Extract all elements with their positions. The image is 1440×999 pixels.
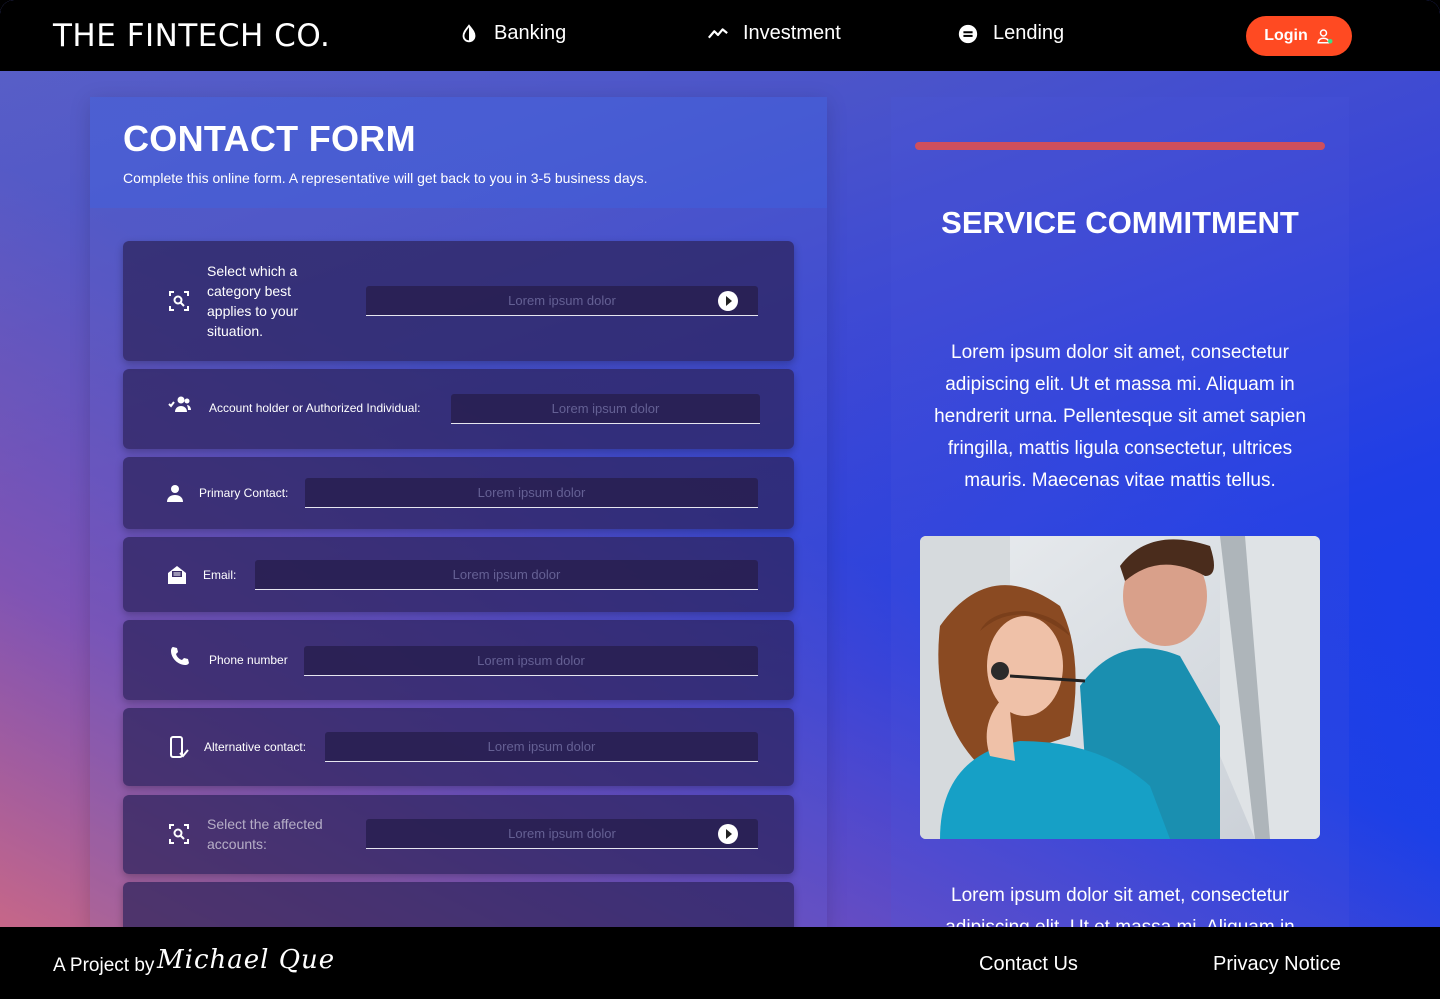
primary-contact-label: Primary Contact: — [199, 486, 289, 500]
contrast-drop-icon — [462, 23, 476, 42]
phone-placeholder: Lorem ipsum dolor — [477, 653, 585, 668]
nav-label-banking: Banking — [494, 22, 567, 44]
login-button[interactable]: Login — [1246, 16, 1352, 56]
user-add-icon — [1317, 29, 1333, 44]
affected-accounts-label: Select the affected accounts: — [207, 816, 323, 852]
footer-link-contact-us[interactable]: Contact Us — [979, 953, 1078, 976]
form-row-primary-contact: Primary Contact: Lorem ipsum dolor — [123, 457, 794, 529]
phone-input[interactable]: Lorem ipsum dolor — [304, 646, 758, 676]
app-frame: THE FINTECH CO. Banking Investment Lendi… — [0, 0, 1440, 999]
mail-icon — [168, 566, 186, 584]
footer: A Project by Michael Que Contact Us Priv… — [0, 927, 1440, 999]
service-title: SERVICE COMMITMENT — [941, 205, 1299, 240]
account-holder-placeholder: Lorem ipsum dolor — [551, 401, 660, 416]
nav-item-banking[interactable]: Banking — [458, 22, 566, 45]
footer-credit: A Project by — [53, 955, 155, 976]
category-label: Select which a category best applies to … — [207, 263, 299, 339]
alt-contact-placeholder: Lorem ipsum dolor — [487, 739, 596, 754]
form-row-category: Select which a category best applies to … — [123, 241, 794, 361]
primary-contact-placeholder: Lorem ipsum dolor — [477, 485, 586, 500]
nav-label-lending: Lending — [993, 22, 1065, 44]
support-agents-photo — [920, 536, 1320, 839]
primary-contact-input[interactable]: Lorem ipsum dolor — [305, 478, 758, 508]
form-subtitle: Complete this online form. A representat… — [123, 170, 648, 186]
category-placeholder: Lorem ipsum dolor — [508, 293, 616, 308]
dropdown-arrow-icon[interactable] — [718, 291, 738, 311]
account-holder-label: Account holder or Authorized Individual: — [209, 401, 421, 415]
form-row-account-holder: Account holder or Authorized Individual:… — [123, 369, 794, 449]
cash-coin-icon — [958, 24, 978, 43]
group-check-icon — [168, 396, 191, 412]
category-select[interactable]: Lorem ipsum dolor — [366, 286, 758, 316]
scan-search-icon — [169, 824, 189, 844]
email-label: Email: — [203, 568, 237, 582]
form-row-affected-accounts: Select the affected accounts: Lorem ipsu… — [123, 795, 794, 874]
scan-search-icon — [169, 291, 189, 311]
account-holder-input[interactable]: Lorem ipsum dolor — [451, 394, 760, 424]
person-icon — [167, 485, 183, 502]
form-title: CONTACT FORM — [123, 118, 416, 159]
photo-illustration — [920, 536, 1320, 839]
alt-contact-input[interactable]: Lorem ipsum dolor — [325, 732, 758, 762]
login-label: Login — [1264, 27, 1308, 44]
email-placeholder: Lorem ipsum dolor — [452, 567, 561, 582]
mobile-check-icon — [170, 736, 189, 758]
affected-accounts-select[interactable]: Lorem ipsum dolor — [366, 819, 758, 849]
service-text: Lorem ipsum dolor sit amet, consectetur … — [934, 342, 1306, 491]
email-field[interactable]: Lorem ipsum dolor — [255, 560, 758, 590]
footer-link-privacy-notice[interactable]: Privacy Notice — [1213, 953, 1341, 976]
phone-label: Phone number — [209, 653, 288, 667]
nav-item-investment[interactable]: Investment — [707, 22, 841, 45]
trending-line-icon — [707, 27, 728, 38]
nav-item-lending[interactable]: Lending — [957, 22, 1064, 45]
nav-label-investment: Investment — [743, 22, 841, 44]
form-row-phone: Phone number Lorem ipsum dolor — [123, 620, 794, 700]
dropdown-arrow-icon[interactable] — [718, 824, 738, 844]
accent-bar — [915, 142, 1325, 150]
form-row-alt-contact: Alternative contact: Lorem ipsum dolor — [123, 708, 794, 786]
phone-icon — [171, 647, 189, 665]
top-nav: THE FINTECH CO. Banking Investment Lendi… — [0, 0, 1440, 71]
form-row-email: Email: Lorem ipsum dolor — [123, 537, 794, 612]
signature-logo: Michael Que — [157, 945, 336, 975]
brand-logo[interactable]: THE FINTECH CO. — [53, 18, 330, 54]
alt-contact-label: Alternative contact: — [204, 740, 307, 754]
affected-accounts-placeholder: Lorem ipsum dolor — [508, 826, 616, 841]
